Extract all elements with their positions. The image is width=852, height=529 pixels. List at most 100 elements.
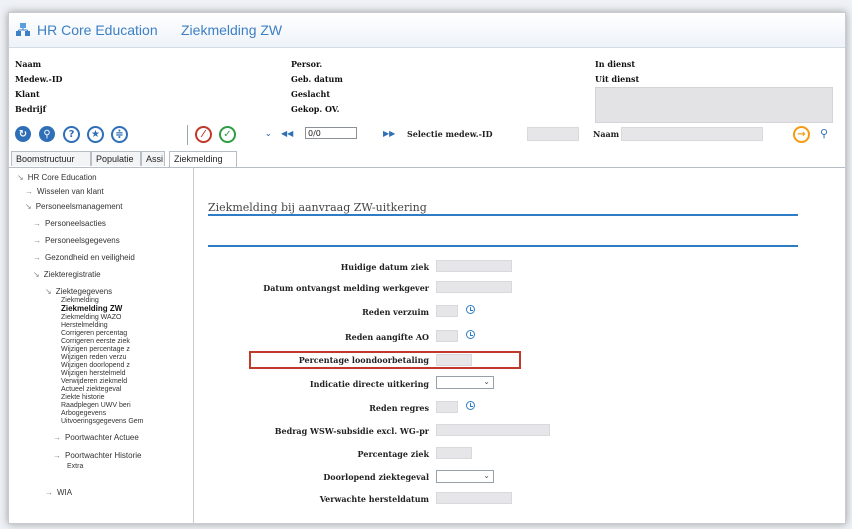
history-icon[interactable] xyxy=(466,305,475,314)
section-title: Ziekmelding bij aanvraag ZW-uitkering xyxy=(208,201,427,214)
tree-item-label: WIA xyxy=(57,488,73,497)
history-icon[interactable] xyxy=(466,401,475,410)
header-label-medew-id: Medew.-ID xyxy=(15,74,63,84)
tree-leaf[interactable]: Arbogegevens xyxy=(61,410,106,417)
reden-regres-input[interactable] xyxy=(436,401,458,413)
application-window: HR Core Education Ziekmelding ZW Naam Me… xyxy=(8,12,846,524)
tree-leaf[interactable]: Corrigeren percentag xyxy=(61,330,127,337)
section-divider-bottom xyxy=(208,245,798,247)
tree-item-root[interactable]: ↘ HR Core Education xyxy=(17,173,97,182)
tree-leaf[interactable]: Wijzigen doorlopend z xyxy=(61,362,130,369)
field-label-datum-ontvangst: Datum ontvangst melding werkgever xyxy=(263,283,429,293)
next-record-icon[interactable]: ▶▶ xyxy=(383,129,395,138)
toolbar: ↻ ⚲ ? ★ ≑ ⁄ ✓ ⌄ ◀◀ 0/0 ▶▶ Selectie medew… xyxy=(9,123,845,147)
tree-item-label: Personeelsgegevens xyxy=(45,236,120,245)
tree-leaf[interactable]: Raadplegen UWV beri xyxy=(61,402,131,409)
field-label-reden-verzuim: Reden verzuim xyxy=(362,307,429,317)
tree-item-poortwachter-historie[interactable]: → Poortwachter Historie xyxy=(53,451,141,460)
filter-icon[interactable]: ≑ xyxy=(111,126,128,143)
tree-leaf[interactable]: Ziekmelding WAZO xyxy=(61,314,121,321)
indicatie-directe-uitkering-select[interactable]: ⌄ xyxy=(436,376,494,389)
zoom-search-icon[interactable]: ⚲ xyxy=(817,126,831,140)
chevron-down-icon: ⌄ xyxy=(483,471,490,480)
record-page-input[interactable]: 0/0 xyxy=(305,127,357,139)
forward-arrow-icon[interactable]: → xyxy=(793,126,810,143)
field-label-indicatie-directe: Indicatie directe uitkering xyxy=(309,379,429,389)
tab-populatie[interactable]: Populatie xyxy=(91,151,141,166)
header-label-gekop-ov: Gekop. OV. xyxy=(291,104,340,114)
bedrag-wsw-input[interactable] xyxy=(436,424,550,436)
search-icon[interactable]: ⚲ xyxy=(39,126,55,142)
tree-item-label: Personeelsmanagement xyxy=(35,202,123,211)
refresh-icon[interactable]: ↻ xyxy=(15,126,31,142)
tree-item-ziekteregistratie[interactable]: ↘ Ziekteregistratie xyxy=(33,270,101,279)
chevron-down-icon: ⌄ xyxy=(483,377,490,386)
selectie-input[interactable] xyxy=(527,127,579,141)
first-record-icon[interactable]: ◀◀ xyxy=(281,129,293,138)
tree-item-label: Poortwachter Actuee xyxy=(65,433,139,442)
field-label-reden-aangifte: Reden aangifte AO xyxy=(344,332,429,342)
tree-item-gezondheid[interactable]: → Gezondheid en veiligheid xyxy=(33,253,135,262)
tree-leaf[interactable]: Wijzigen herstelmeld xyxy=(61,370,126,377)
section-divider-top xyxy=(208,214,798,216)
chevron-down-icon: ↘ xyxy=(33,270,40,279)
tab-assi[interactable]: Assi xyxy=(141,151,165,166)
tree-item-label: Wisselen van klant xyxy=(37,187,104,196)
favorite-star-icon[interactable]: ★ xyxy=(87,126,104,143)
cancel-icon[interactable]: ⁄ xyxy=(195,126,212,143)
tab-boomstructuur[interactable]: Boomstructuur xyxy=(11,151,91,166)
chevron-down-icon: ↘ xyxy=(25,202,32,211)
tree-leaf[interactable]: Corrigeren eerste ziek xyxy=(61,338,130,345)
tree-item-label: Ziektegegevens xyxy=(55,287,113,296)
selectie-label: Selectie medew.-ID xyxy=(407,129,493,139)
tree-item-personeelsmanagement[interactable]: ↘ Personeelsmanagement xyxy=(25,202,122,211)
tree-leaf[interactable]: Uitvoeringsgegevens Gem xyxy=(61,418,144,425)
tree-leaf[interactable]: Wijzigen percentage z xyxy=(61,346,130,353)
form-panel: Ziekmelding bij aanvraag ZW-uitkering Hu… xyxy=(194,168,845,523)
tree-leaf[interactable]: Actueel ziektegeval xyxy=(61,386,121,393)
verwachte-hersteldatum-input[interactable] xyxy=(436,492,512,504)
header-label-naam: Naam xyxy=(15,59,42,69)
header-label-bedrijf: Bedrijf xyxy=(15,104,47,114)
tree-item-wia[interactable]: → WIA xyxy=(45,488,72,497)
percentage-ziek-input[interactable] xyxy=(436,447,472,459)
tree-leaf-extra[interactable]: Extra xyxy=(67,463,83,470)
chevron-right-icon: → xyxy=(53,433,61,442)
datum-ontvangst-input[interactable] xyxy=(436,281,512,293)
tree-leaf[interactable]: Ziekte historie xyxy=(61,394,105,401)
tree-item-ziektegegevens[interactable]: ↘ Ziektegegevens xyxy=(45,287,112,296)
doorlopend-ziektegeval-select[interactable]: ⌄ xyxy=(436,470,494,483)
reden-aangifte-input[interactable] xyxy=(436,330,458,342)
percentage-loondoorbetaling-input[interactable] xyxy=(436,354,472,366)
dropdown-chevron-icon[interactable]: ⌄ xyxy=(265,129,272,138)
tree-item-poortwachter-actueel[interactable]: → Poortwachter Actuee xyxy=(53,433,139,442)
naam-label: Naam xyxy=(593,129,620,139)
confirm-check-icon[interactable]: ✓ xyxy=(219,126,236,143)
org-chart-icon xyxy=(16,23,30,36)
history-icon[interactable] xyxy=(466,330,475,339)
header-label-persnr: Persor. xyxy=(291,59,323,69)
tree-item-personeelsgegevens[interactable]: → Personeelsgegevens xyxy=(33,236,120,245)
tree-item-label: Ziekteregistratie xyxy=(43,270,101,279)
tree-item-personeelsacties[interactable]: → Personeelsacties xyxy=(33,219,106,228)
help-icon[interactable]: ? xyxy=(63,126,80,143)
header-label-geslacht: Geslacht xyxy=(291,89,331,99)
field-label-percentage-ziek: Percentage ziek xyxy=(357,449,429,459)
tree-leaf[interactable]: Ziekmelding xyxy=(61,297,99,304)
chevron-right-icon: → xyxy=(53,451,61,460)
tree-item-wisselen[interactable]: → Wisselen van klant xyxy=(25,187,104,196)
field-label-huidige-datum: Huidige datum ziek xyxy=(340,262,429,272)
tree-item-label: Gezondheid en veiligheid xyxy=(45,253,135,262)
header-info-box xyxy=(595,87,833,123)
naam-input[interactable] xyxy=(621,127,763,141)
tree-leaf-active[interactable]: Ziekmelding ZW xyxy=(61,305,122,313)
chevron-down-icon: ↘ xyxy=(17,173,24,182)
tree-leaf[interactable]: Herstelmelding xyxy=(61,322,108,329)
huidige-datum-ziek-input[interactable] xyxy=(436,260,512,272)
header-label-geb-datum: Geb. datum xyxy=(291,74,343,84)
reden-verzuim-input[interactable] xyxy=(436,305,458,317)
tab-ziekmelding[interactable]: Ziekmelding xyxy=(169,151,237,167)
tree-leaf[interactable]: Wijzigen reden verzu xyxy=(61,354,126,361)
app-title: HR Core Education xyxy=(37,22,158,38)
tree-leaf[interactable]: Verwijderen ziekmeld xyxy=(61,378,127,385)
